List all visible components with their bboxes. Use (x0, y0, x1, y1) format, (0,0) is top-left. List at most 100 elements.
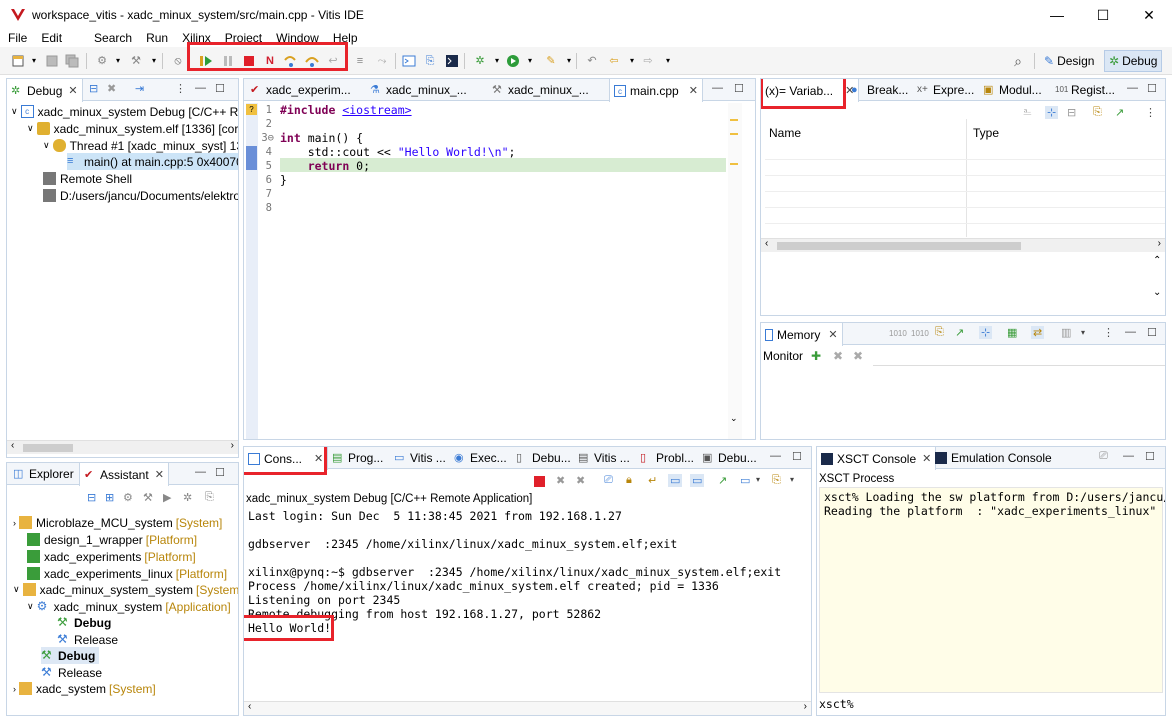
scroll-lock-icon[interactable]: 🔒︎ (626, 474, 632, 487)
tab-expressions[interactable]: x+ Expre... (913, 79, 978, 101)
show-logical-structure-icon[interactable]: ⊹ (1045, 106, 1059, 119)
toggle-split-icon[interactable]: ⇄ (1031, 326, 1045, 339)
last-edit-location-icon[interactable]: ↶ (584, 53, 600, 69)
tab-vitis-serial[interactable]: ▤ Vitis ... (574, 447, 634, 469)
open-console-dropdown-icon[interactable]: ▾ (790, 475, 794, 484)
close-icon[interactable]: ✕ (922, 452, 931, 465)
maximize-view-icon[interactable]: ☐ (215, 82, 225, 95)
remove-launch-icon[interactable]: ✖ (556, 474, 565, 487)
pin-console-icon[interactable]: ↗ (718, 474, 727, 487)
code-line-5[interactable]: return 0; (280, 159, 370, 173)
step-return-icon[interactable]: ↩ (325, 53, 341, 69)
code-line-4[interactable]: std::cout << "Hello World!\n"; (280, 145, 516, 159)
maximize-view-icon[interactable]: ☐ (734, 82, 744, 95)
menu-file[interactable]: File (8, 31, 27, 45)
horizontal-scrollbar[interactable]: ‹ › (7, 440, 238, 454)
collapse-all-icon[interactable]: ⊟ (87, 491, 96, 504)
tree-row-platform[interactable]: xadc_experiments_linux [Platform] (27, 565, 227, 582)
close-icon[interactable]: ✕ (155, 468, 164, 481)
horizontal-scrollbar[interactable]: ‹ › (244, 701, 811, 715)
menu-search[interactable]: Search (94, 31, 132, 45)
tab-console[interactable]: Cons... ✕ (244, 447, 329, 470)
tab-debug-output[interactable]: ▣ Debu... (698, 447, 761, 469)
tree-row-path[interactable]: D:/users/jancu/Documents/elektron (43, 187, 238, 204)
link-icon[interactable]: ⊹ (979, 326, 993, 339)
show-on-stderr-icon[interactable]: ▭ (690, 474, 705, 487)
menu-help[interactable]: Help (333, 31, 358, 45)
debug-bug-icon[interactable]: ✲ (183, 491, 192, 504)
disconnect-icon[interactable]: N (262, 53, 278, 69)
view-menu-icon[interactable]: ⋮ (1103, 326, 1114, 339)
tab-variables[interactable]: (x)= Variab... ✕ (761, 79, 860, 102)
suspend-icon[interactable] (220, 53, 236, 69)
program-device-icon[interactable]: ⎘ (205, 491, 214, 504)
show-types-icon[interactable]: ⎁ (1023, 106, 1032, 119)
tree-row-launch[interactable]: ∨ c xadc_minux_system Debug [C/C++ Rer (11, 103, 238, 120)
tab-explorer[interactable]: ◫ Explorer (9, 463, 78, 485)
program-device-icon[interactable]: ⎘ (422, 53, 438, 69)
view-menu-icon[interactable]: ⋮ (175, 82, 186, 95)
xsct-output-area[interactable]: xsct% Loading the sw platform from D:/us… (819, 487, 1165, 693)
tree-row-system[interactable]: › xadc_system [System] (13, 680, 156, 697)
minimize-view-icon[interactable]: — (1125, 326, 1136, 338)
minimize-view-icon[interactable]: — (770, 450, 781, 462)
view-menu-icon[interactable]: ⋮ (1145, 106, 1156, 119)
tree-row-elf[interactable]: ∨ xadc_minux_system.elf [1336] [cores (27, 120, 238, 137)
tab-problems[interactable]: ▯ Probl... (636, 447, 698, 469)
maximize-view-icon[interactable]: ☐ (1147, 82, 1157, 95)
add-monitor-icon[interactable]: ✚ (811, 349, 821, 363)
new-view-icon[interactable]: ⎘ (1093, 106, 1102, 119)
remove-monitor-icon[interactable]: ✖ (833, 349, 843, 363)
overview-ruler[interactable]: ⌄ (728, 103, 742, 439)
terminate-icon[interactable] (241, 53, 257, 69)
new-memory-rendering-icon[interactable]: ⎘ (935, 326, 944, 339)
run-icon[interactable] (505, 53, 521, 69)
tree-row-build-config-selected[interactable]: ⚒ Debug (41, 647, 100, 664)
maximize-button[interactable]: ☐ (1080, 0, 1126, 30)
table-icon[interactable]: ▦ (1007, 326, 1017, 339)
column-header-type[interactable]: Type (973, 126, 999, 140)
external-tools-icon[interactable]: ✎ (543, 53, 559, 69)
build-hammer-icon[interactable]: ⚒ (143, 491, 153, 504)
layout-icon[interactable]: ▥ (1061, 326, 1071, 339)
forward-icon[interactable]: ⇨ (640, 53, 656, 69)
perspective-debug-button[interactable]: ✲ Debug (1104, 50, 1163, 72)
build-hammer-icon[interactable]: ⚒ (128, 53, 144, 69)
minimize-view-icon[interactable]: — (1127, 82, 1138, 94)
run-icon[interactable]: ▶ (163, 491, 171, 504)
pin-icon[interactable]: ↗ (1115, 106, 1124, 119)
tab-main-cpp[interactable]: c main.cpp ✕ (609, 79, 703, 102)
close-icon[interactable]: ✕ (828, 328, 837, 341)
close-button[interactable]: ✕ (1126, 0, 1172, 30)
code-line-3[interactable]: int main() { (280, 131, 363, 145)
scroll-up-icon[interactable]: ⌃ (1153, 255, 1161, 266)
expand-all-icon[interactable]: ⊞ (105, 491, 114, 504)
tree-row-system[interactable]: › Microblaze_MCU_system [System] (13, 514, 222, 531)
pin-icon[interactable]: ↗ (955, 326, 964, 339)
debug-dropdown-icon[interactable]: ▾ (489, 53, 505, 69)
tab-assistant[interactable]: ✔ Assistant ✕ (79, 463, 169, 486)
tab-debug[interactable]: ✲ Debug ✕ (7, 79, 83, 102)
terminate-icon[interactable] (534, 476, 545, 490)
tab-xadc-experim[interactable]: ✔ xadc_experim... (246, 79, 355, 101)
scroll-right-icon[interactable]: › (1158, 238, 1161, 249)
chevron-down-icon[interactable]: ∨ (43, 140, 50, 151)
column-header-name[interactable]: Name (769, 126, 801, 140)
settings-dropdown-icon[interactable]: ▾ (110, 53, 126, 69)
tab-vitis-log[interactable]: ▭ Vitis ... (390, 447, 450, 469)
menu-xilinx[interactable]: Xilinx (182, 31, 211, 45)
collapse-all-icon[interactable]: ⊟ (89, 82, 98, 95)
menu-run[interactable]: Run (146, 31, 168, 45)
xsct-console-icon[interactable] (444, 53, 460, 69)
tree-row-build-config[interactable]: ⚒ Debug (57, 614, 111, 631)
new-dropdown-icon[interactable]: ▾ (26, 53, 42, 69)
search-icon[interactable]: ⌕ (1010, 53, 1026, 69)
tree-row-stack-frame[interactable]: ≡ main() at main.cpp:5 0x400700 (67, 153, 238, 170)
instruction-stepping-icon[interactable]: ≡ (352, 53, 368, 69)
maximize-view-icon[interactable]: ☐ (215, 466, 225, 479)
step-over-icon[interactable] (304, 53, 320, 69)
save-icon[interactable] (44, 53, 60, 69)
tab-emulation-console[interactable]: Emulation Console (931, 447, 1056, 469)
show-on-stdout-icon[interactable]: ▭ (668, 474, 683, 487)
close-icon[interactable]: ✕ (314, 452, 323, 465)
